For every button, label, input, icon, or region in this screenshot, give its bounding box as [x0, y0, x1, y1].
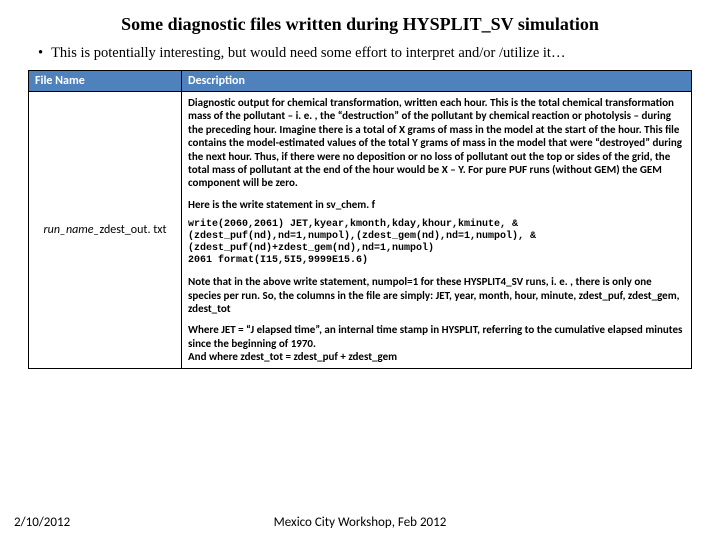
header-desc: Description — [182, 71, 692, 92]
bullet-icon: • — [38, 45, 43, 62]
description-cell: Diagnostic output for chemical transform… — [182, 92, 692, 369]
table-header-row: File Name Description — [29, 71, 692, 92]
file-name-cell: run_name_zdest_out. txt — [29, 92, 182, 369]
header-file: File Name — [29, 71, 182, 92]
filename-italic: run_name_ — [44, 223, 100, 237]
footer-venue: Mexico City Workshop, Feb 2012 — [0, 515, 720, 530]
footer-date: 2/10/2012 — [14, 515, 70, 530]
desc-para-2: Here is the write statement in sv_chem. … — [188, 198, 685, 211]
bullet-item: • This is potentially interesting, but w… — [28, 45, 692, 62]
desc-para-3: Note that in the above write statement, … — [188, 275, 685, 315]
slide-footer: 2/10/2012 Mexico City Workshop, Feb 2012 — [0, 515, 720, 530]
desc-para-4: Where JET = “J elapsed time”, an interna… — [188, 323, 685, 363]
code-block: write(2060,2061) JET,kyear,kmonth,kday,k… — [188, 219, 685, 267]
slide-title: Some diagnostic files written during HYS… — [28, 14, 692, 35]
filename-rest: zdest_out. txt — [100, 223, 167, 237]
table-row: run_name_zdest_out. txt Diagnostic outpu… — [29, 92, 692, 369]
desc-para-1: Diagnostic output for chemical transform… — [188, 96, 685, 190]
slide-body: Some diagnostic files written during HYS… — [0, 0, 720, 369]
diagnostic-table: File Name Description run_name_zdest_out… — [28, 70, 692, 369]
bullet-text: This is potentially interesting, but wou… — [51, 45, 565, 62]
